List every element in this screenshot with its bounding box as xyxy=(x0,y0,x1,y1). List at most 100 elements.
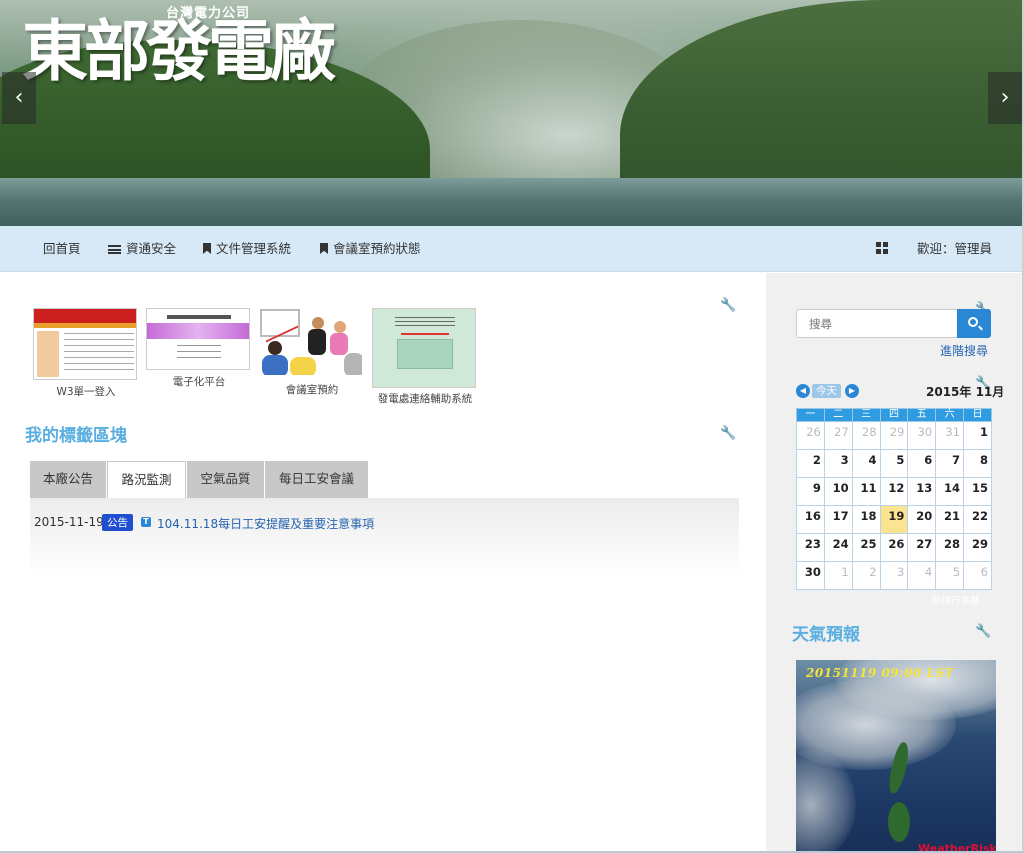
calendar-day[interactable]: 18 xyxy=(851,505,881,534)
calendar-day[interactable]: 15 xyxy=(963,477,992,506)
welcome-user[interactable]: 歡迎：管理員 xyxy=(917,226,992,272)
calendar-day[interactable]: 25 xyxy=(851,533,881,562)
calendar-day[interactable]: 1 xyxy=(963,421,992,450)
news-date: 2015-11-19 xyxy=(34,515,104,529)
shortcut-e-platform-label: 電子化平台 xyxy=(172,376,226,388)
calendar-day[interactable]: 27 xyxy=(823,421,853,450)
calendar-day[interactable]: 20 xyxy=(907,505,937,534)
calendar-day[interactable]: 6 xyxy=(963,561,992,590)
calendar-day[interactable]: 10 xyxy=(823,477,853,506)
calendar-day-today[interactable]: 19 xyxy=(879,505,909,534)
shortcut-w3-thumbnail xyxy=(33,308,137,380)
calendar-day[interactable]: 29 xyxy=(963,533,992,562)
calendar-day[interactable]: 31 xyxy=(935,421,965,450)
shortcut-power-dept-system[interactable]: 發電處連絡輔助系統 xyxy=(372,308,478,406)
calendar-day[interactable]: 27 xyxy=(907,533,937,562)
calendar-today-button[interactable]: 今天 xyxy=(812,384,841,398)
list-icon xyxy=(108,245,121,254)
slider-prev-button[interactable]: ‹ xyxy=(2,72,36,124)
satellite-weather-image[interactable]: 20151119 09:00 LST WeatherRisk xyxy=(796,660,996,853)
calendar-day[interactable]: 2 xyxy=(851,561,881,590)
calendar-day[interactable]: 14 xyxy=(935,477,965,506)
calendar-day[interactable]: 24 xyxy=(823,533,853,562)
calendar-day[interactable]: 30 xyxy=(796,561,825,590)
calendar-day[interactable]: 1 xyxy=(823,561,853,590)
calendar-day[interactable]: 2 xyxy=(796,449,825,478)
calendar-day[interactable]: 5 xyxy=(879,449,909,478)
tab-daily-safety-meeting[interactable]: 每日工安會議 xyxy=(265,461,368,498)
calendar-weekday: 四 xyxy=(879,408,909,422)
grid-icon xyxy=(876,242,888,254)
calendar-weekday: 三 xyxy=(851,408,881,422)
search-icon xyxy=(968,317,978,327)
calendar-day[interactable]: 9 xyxy=(796,477,825,506)
calendar-day[interactable]: 21 xyxy=(935,505,965,534)
wrench-icon[interactable]: 🔧 xyxy=(720,298,736,313)
calendar-add-event-link[interactable]: 新增行事曆 xyxy=(932,593,980,607)
main-nav: 回首頁 資通安全 文件管理系統 會議室預約狀態 歡迎：管理員 xyxy=(0,226,1024,272)
wrench-icon[interactable]: 🔧 xyxy=(975,624,991,639)
shortcut-meeting-booking[interactable]: 會議室預約 xyxy=(259,306,365,397)
calendar-day[interactable]: 13 xyxy=(907,477,937,506)
advanced-search-link[interactable]: 進階搜尋 xyxy=(940,342,988,359)
nav-document-system-label: 文件管理系統 xyxy=(216,241,292,256)
calendar-weekday: 五 xyxy=(907,408,937,422)
tab-traffic-monitoring[interactable]: 路況監測 xyxy=(107,461,186,499)
calendar-next-button[interactable]: ▶ xyxy=(845,384,859,398)
site-logo-subtitle: 台灣電力公司 xyxy=(166,6,251,21)
bookmark-icon xyxy=(203,243,211,254)
calendar-day[interactable]: 12 xyxy=(879,477,909,506)
shortcut-e-platform[interactable]: 電子化平台 xyxy=(146,308,252,389)
search-input[interactable] xyxy=(796,309,958,338)
nav-infosec[interactable]: 資通安全 xyxy=(108,226,176,272)
nav-meeting-room-status-label: 會議室預約狀態 xyxy=(333,241,421,256)
wrench-icon[interactable]: 🔧 xyxy=(720,426,736,441)
banner-river xyxy=(0,178,1024,226)
calendar-grid: 一二三四五六日 26 27 28 29 30 31 1 2 3 4 5 6 7 8 9 10 11 12 13 14 1… xyxy=(796,408,992,590)
shortcut-power-dept-thumbnail xyxy=(372,308,476,388)
calendar-day[interactable]: 26 xyxy=(879,533,909,562)
calendar-day[interactable]: 22 xyxy=(963,505,992,534)
calendar-day[interactable]: 11 xyxy=(851,477,881,506)
calendar-day[interactable]: 6 xyxy=(907,449,937,478)
calendar-weekday: 二 xyxy=(823,408,853,422)
calendar-weekday: 六 xyxy=(935,408,965,422)
satellite-timestamp: 20151119 09:00 LST xyxy=(806,666,955,680)
shortcut-e-platform-thumbnail xyxy=(146,308,250,370)
calendar-day[interactable]: 17 xyxy=(823,505,853,534)
header-banner: 東部發電廠 台灣電力公司 ‹ › xyxy=(0,0,1024,226)
calendar-day[interactable]: 4 xyxy=(907,561,937,590)
nav-home-label: 回首頁 xyxy=(43,241,81,256)
calendar-day[interactable]: 26 xyxy=(796,421,825,450)
calendar-prev-button[interactable]: ◀ xyxy=(796,384,810,398)
nav-home[interactable]: 回首頁 xyxy=(43,226,81,272)
calendar-day[interactable]: 23 xyxy=(796,533,825,562)
calendar-day[interactable]: 28 xyxy=(851,421,881,450)
calendar-day[interactable]: 8 xyxy=(963,449,992,478)
calendar-day[interactable]: 28 xyxy=(935,533,965,562)
tags-block-title: 我的標籤區塊 xyxy=(25,426,127,446)
shortcut-meeting-thumbnail xyxy=(259,306,363,376)
news-link[interactable]: 104.11.18每日工安提醒及重要注意事項 xyxy=(157,515,374,532)
calendar-day[interactable]: 29 xyxy=(879,421,909,450)
calendar-day[interactable]: 30 xyxy=(907,421,937,450)
calendar-weekday: 日 xyxy=(963,408,992,422)
calendar-day[interactable]: 7 xyxy=(935,449,965,478)
shortcut-w3-login[interactable]: W3單一登入 xyxy=(33,308,139,399)
news-badge: 公告 xyxy=(102,514,133,531)
tab-plant-announcements[interactable]: 本廠公告 xyxy=(30,461,106,498)
nav-grid-menu[interactable] xyxy=(876,226,893,272)
nav-meeting-room-status[interactable]: 會議室預約狀態 xyxy=(320,226,421,272)
calendar-day[interactable]: 3 xyxy=(879,561,909,590)
calendar-day[interactable]: 4 xyxy=(851,449,881,478)
search-button[interactable] xyxy=(957,309,991,338)
calendar-day[interactable]: 16 xyxy=(796,505,825,534)
shortcut-w3-label: W3單一登入 xyxy=(56,386,116,398)
slider-next-button[interactable]: › xyxy=(988,72,1022,124)
nav-document-system[interactable]: 文件管理系統 xyxy=(203,226,291,272)
tab-air-quality[interactable]: 空氣品質 xyxy=(187,461,264,498)
calendar-day[interactable]: 3 xyxy=(823,449,853,478)
calendar-day[interactable]: 5 xyxy=(935,561,965,590)
shortcut-power-dept-label: 發電處連絡輔助系統 xyxy=(377,393,473,405)
nav-infosec-label: 資通安全 xyxy=(126,241,177,256)
